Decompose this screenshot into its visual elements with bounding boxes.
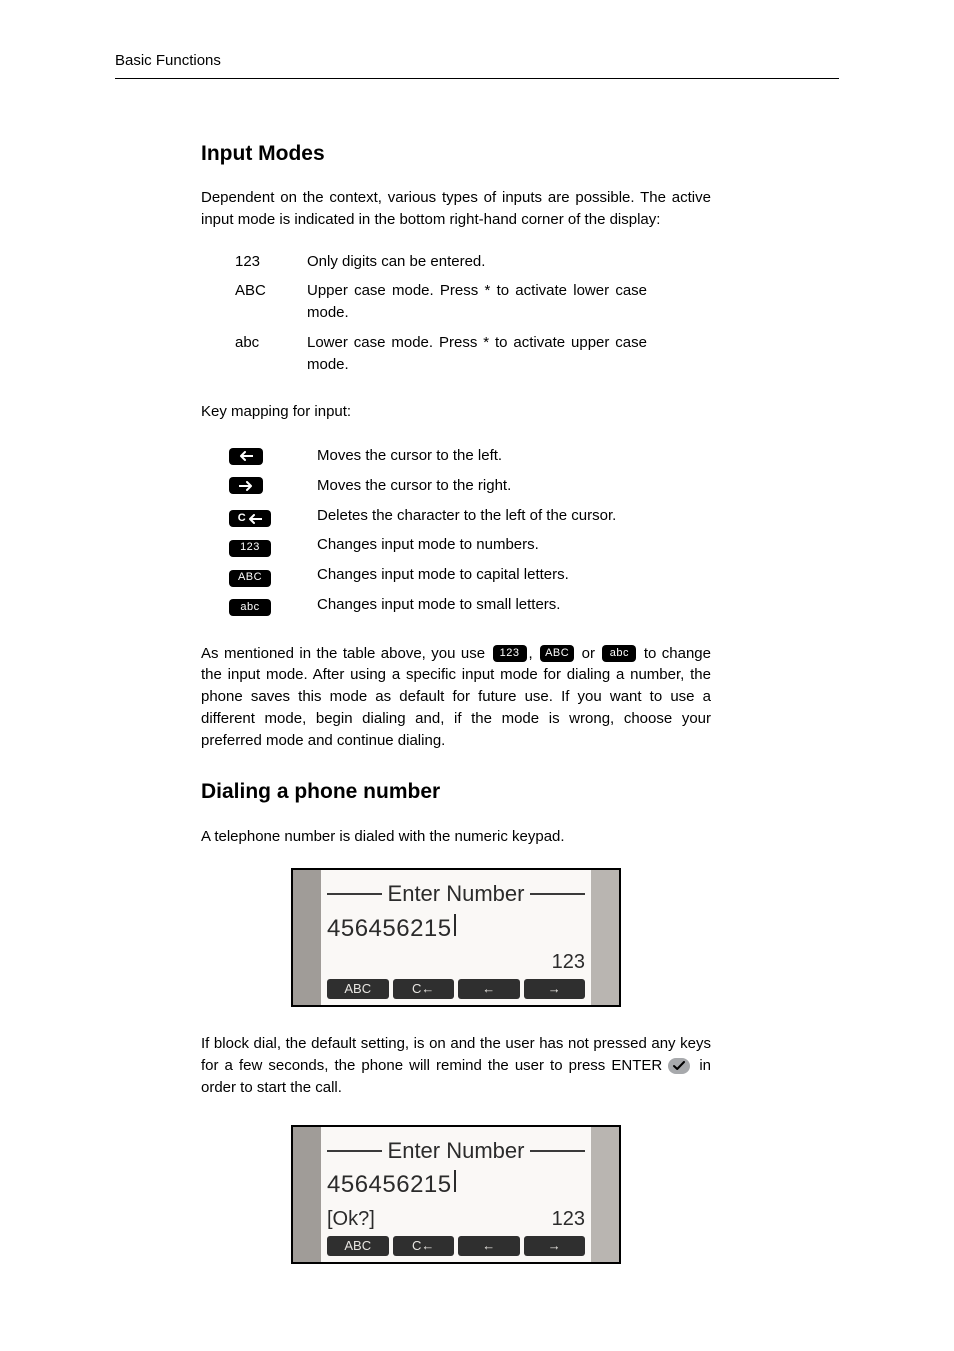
section-heading-input-modes: Input Modes <box>201 139 711 169</box>
key-row: abc Changes input mode to small letters. <box>229 594 679 617</box>
header-rule <box>115 78 839 79</box>
key-row: Moves the cursor to the right. <box>229 475 679 498</box>
title-rule-icon <box>530 1150 585 1152</box>
key-row: 123 Changes input mode to numbers. <box>229 534 679 557</box>
display-number: 456456215 <box>327 912 585 947</box>
dialing-blockdial-paragraph: If block dial, the default setting, is o… <box>201 1033 711 1098</box>
softkey-abc[interactable]: ABC <box>327 1236 389 1256</box>
mode-abc-lower-key-icon: abc <box>602 645 636 662</box>
running-header: Basic Functions <box>115 50 839 72</box>
mode-desc: Upper case mode. Press * to activate low… <box>307 280 647 324</box>
mode-row: 123 Only digits can be entered. <box>235 251 675 273</box>
mode-list: 123 Only digits can be entered. ABC Uppe… <box>235 251 675 376</box>
display-body: Enter Number 456456215 [Ok?] 123 ABC C← <box>321 1127 591 1263</box>
arrow-right-key-icon <box>229 477 263 494</box>
display-number: 456456215 <box>327 1168 585 1203</box>
dialed-digits: 456456215 <box>327 912 452 947</box>
ok-check-icon <box>668 1058 690 1074</box>
display-body: Enter Number 456456215 123 ABC C← ← <box>321 870 591 1006</box>
key-desc: Changes input mode to small letters. <box>317 594 635 616</box>
title-rule-icon <box>530 893 585 895</box>
text-cursor-icon <box>454 914 456 936</box>
display-mode-indicator: 123 <box>552 948 585 977</box>
softkey-backspace[interactable]: C← <box>393 979 455 999</box>
key-row: Moves the cursor to the left. <box>229 445 679 468</box>
softkey-right[interactable]: → <box>524 1236 586 1256</box>
key-desc: Deletes the character to the left of the… <box>317 505 635 527</box>
arrow-left-key-icon <box>229 448 263 465</box>
key-desc: Changes input mode to numbers. <box>317 534 635 556</box>
keymap-label: Key mapping for input: <box>201 401 711 423</box>
closing-text: , <box>529 645 539 662</box>
mode-desc: Only digits can be entered. <box>307 251 647 273</box>
closing-text: As mentioned in the table above, you use <box>201 645 491 662</box>
closing-text: or <box>576 645 600 662</box>
blockdial-text: If block dial, the default setting, is o… <box>201 1035 711 1074</box>
key-desc: Changes input mode to capital letters. <box>317 564 635 586</box>
c-backspace-key-icon: C <box>229 510 271 527</box>
mode-123-key-icon: 123 <box>229 540 271 557</box>
dialed-digits: 456456215 <box>327 1168 452 1203</box>
softkey-left[interactable]: ← <box>458 979 520 999</box>
mode-row: ABC Upper case mode. Press * to activate… <box>235 280 675 324</box>
display-title-row: Enter Number <box>327 878 585 910</box>
display-title: Enter Number <box>382 1135 531 1167</box>
page: Basic Functions Input Modes Dependent on… <box>0 0 954 1351</box>
phone-display-enter-number-ok: Enter Number 456456215 [Ok?] 123 ABC C← <box>291 1125 621 1265</box>
mode-abc-upper-key-icon: ABC <box>540 645 574 662</box>
mode-key: abc <box>235 332 307 376</box>
mode-row: abc Lower case mode. Press * to activate… <box>235 332 675 376</box>
softkey-row: ABC C← ← → <box>327 979 585 999</box>
display-bezel-right <box>591 1127 619 1263</box>
key-row: ABC Changes input mode to capital letter… <box>229 564 679 587</box>
key-row: C Deletes the character to the left of t… <box>229 505 679 528</box>
title-rule-icon <box>327 893 382 895</box>
title-rule-icon <box>327 1150 382 1152</box>
key-list: Moves the cursor to the left. Moves the … <box>229 445 679 617</box>
display-title-row: Enter Number <box>327 1135 585 1167</box>
mode-key: 123 <box>235 251 307 273</box>
display-bezel-left <box>293 1127 321 1263</box>
mode-123-key-icon: 123 <box>493 645 527 662</box>
display-mode-indicator: 123 <box>552 1205 585 1234</box>
softkey-row: ABC C← ← → <box>327 1236 585 1256</box>
softkey-right[interactable]: → <box>524 979 586 999</box>
phone-display-enter-number: Enter Number 456456215 123 ABC C← ← <box>291 868 621 1008</box>
softkey-left[interactable]: ← <box>458 1236 520 1256</box>
content-area: Input Modes Dependent on the context, va… <box>201 139 711 1265</box>
input-modes-closing: As mentioned in the table above, you use… <box>201 643 711 752</box>
display-bezel-left <box>293 870 321 1006</box>
mode-key: ABC <box>235 280 307 324</box>
softkey-backspace[interactable]: C← <box>393 1236 455 1256</box>
mode-abc-upper-key-icon: ABC <box>229 570 271 587</box>
section-heading-dialing: Dialing a phone number <box>201 777 711 807</box>
dialing-intro: A telephone number is dialed with the nu… <box>201 826 711 848</box>
display-prompt: [Ok?] <box>327 1205 375 1234</box>
input-modes-intro: Dependent on the context, various types … <box>201 187 711 231</box>
mode-desc: Lower case mode. Press * to activate upp… <box>307 332 647 376</box>
key-desc: Moves the cursor to the left. <box>317 445 635 467</box>
softkey-abc[interactable]: ABC <box>327 979 389 999</box>
text-cursor-icon <box>454 1170 456 1192</box>
display-title: Enter Number <box>382 878 531 910</box>
key-desc: Moves the cursor to the right. <box>317 475 635 497</box>
display-status-row: 123 <box>327 948 585 977</box>
display-status-row: [Ok?] 123 <box>327 1205 585 1234</box>
display-bezel-right <box>591 870 619 1006</box>
mode-abc-lower-key-icon: abc <box>229 599 271 616</box>
